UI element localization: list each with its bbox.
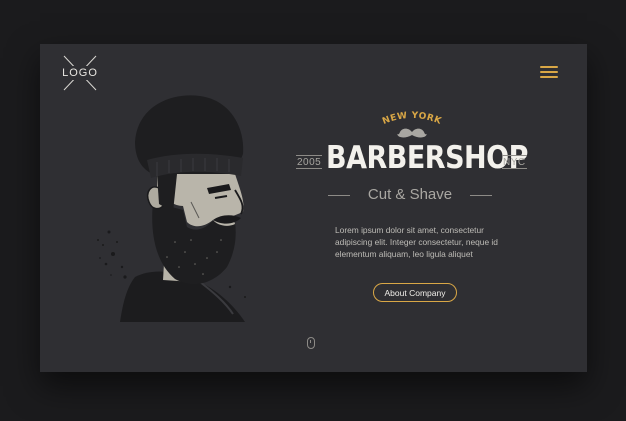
year-label: 2005: [296, 155, 323, 169]
subtitle-divider-right: [470, 195, 492, 196]
hamburger-menu-icon[interactable]: [540, 66, 558, 80]
menu-bar: [540, 76, 558, 78]
brand-subtitle: Cut & Shave: [367, 186, 453, 203]
logo-text: LOGO: [62, 66, 98, 80]
brand-title: BARBERSHOP: [326, 140, 528, 177]
city-text: NEW YORK: [381, 111, 443, 127]
place-label: NYC: [502, 155, 527, 169]
about-company-button[interactable]: About Company: [373, 283, 457, 302]
svg-text:NEW YORK: NEW YORK: [381, 111, 443, 127]
mustache-icon: [397, 128, 427, 138]
mouse-scroll-icon[interactable]: [307, 337, 315, 349]
logo[interactable]: LOGO: [62, 55, 98, 91]
landing-hero: LOGO NEW YORK 2005 BARBERSHOP NYC Cut & …: [40, 44, 587, 372]
menu-bar: [540, 71, 558, 73]
description-text: Lorem ipsum dolor sit amet, consectetur …: [335, 225, 498, 259]
menu-bar: [540, 66, 558, 68]
brand-block: NEW YORK 2005 BARBERSHOP NYC Cut & Shave: [290, 104, 530, 224]
bearded-man-illustration: [97, 95, 246, 322]
